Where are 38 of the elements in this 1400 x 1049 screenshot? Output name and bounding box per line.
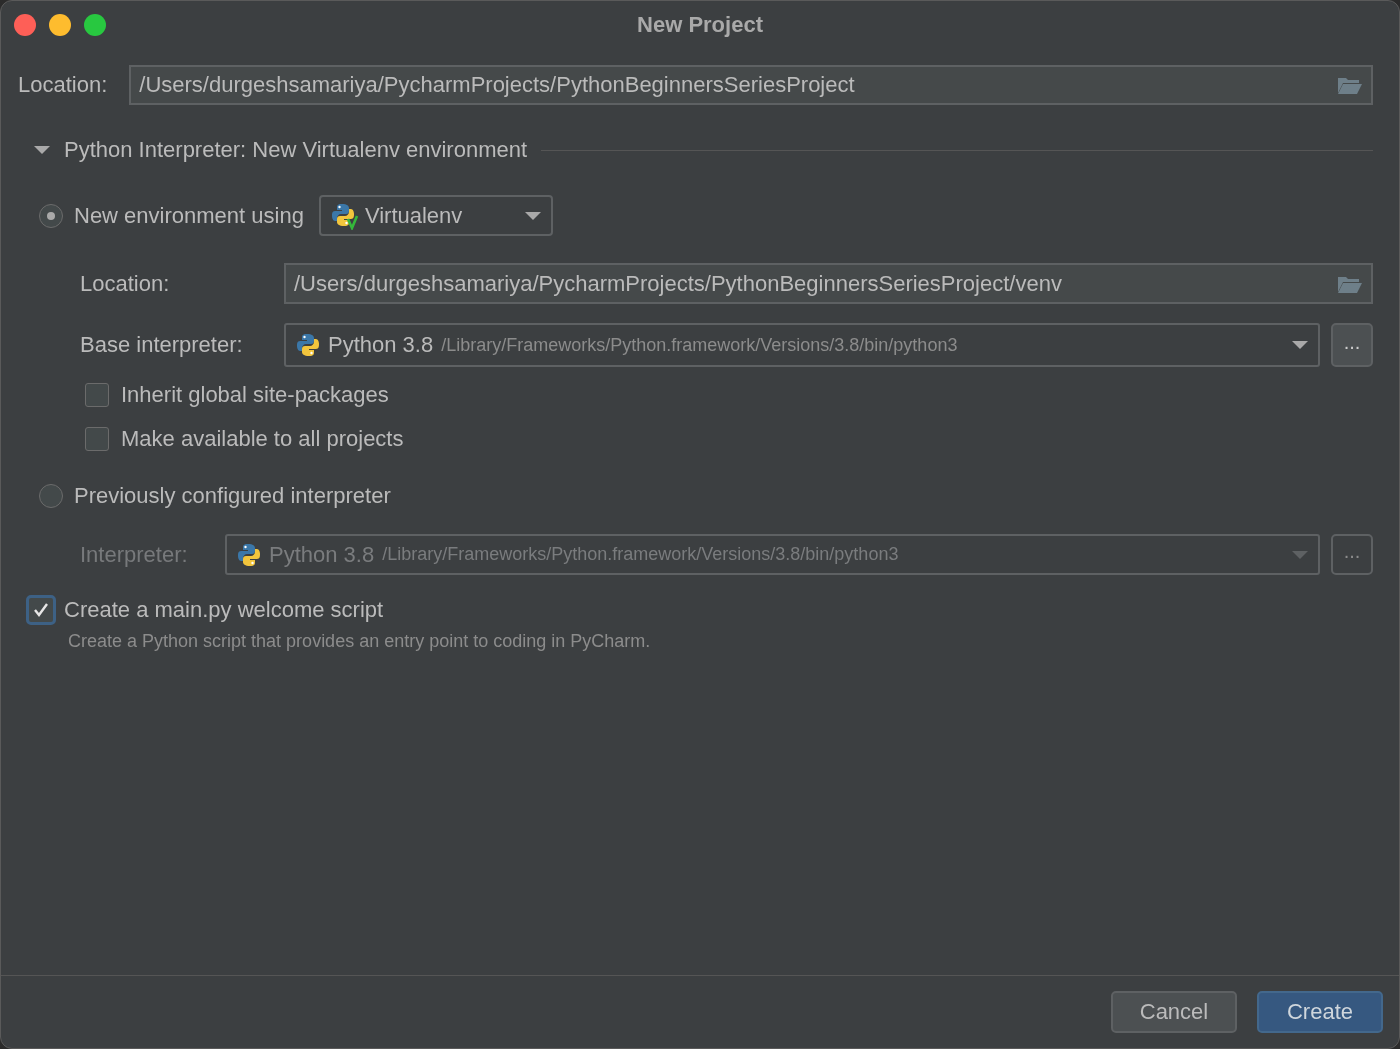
radio-button[interactable] xyxy=(39,483,63,508)
minimize-icon xyxy=(49,14,71,36)
create-button[interactable]: Create xyxy=(1257,991,1383,1033)
window-title: New Project xyxy=(637,12,763,38)
checkbox-label: Make available to all projects xyxy=(121,426,404,452)
checkbox-label: Inherit global site-packages xyxy=(121,382,389,408)
section-title[interactable]: Python Interpreter: New Virtualenv environment xyxy=(64,137,528,163)
folder-icon xyxy=(1337,75,1363,95)
location-field[interactable]: /Users/durgeshsamariya/PycharmProjects/PythonBeginnersSeriesProject xyxy=(129,65,1373,105)
close-icon xyxy=(14,14,36,36)
environment-dropdown[interactable]: Virtualenv xyxy=(318,195,553,236)
caret-icon xyxy=(1292,340,1308,350)
caret-icon xyxy=(1292,549,1308,560)
python-icon xyxy=(296,333,320,357)
maximize-icon xyxy=(84,14,106,36)
python-icon xyxy=(237,542,261,567)
interpreter-path: /Library/Frameworks/Python.framework/Versions/3.8/bin/python3 xyxy=(441,334,959,356)
interpreter-path: /Library/Frameworks/Python.framework/Versions/3.8/bin/python3 xyxy=(382,544,900,565)
virtualenv-icon xyxy=(330,201,359,230)
checkbox[interactable] xyxy=(85,383,109,407)
interpreter-name: Python 3.8 xyxy=(328,332,434,358)
interpreter-name: Python 3.8 xyxy=(269,541,375,568)
interpreter-dropdown[interactable]: Python 3.8 /Library/Frameworks/Python.framework/Versions/3.8/bin/python3 xyxy=(284,323,1320,367)
field-label: Interpreter: xyxy=(80,541,189,568)
checkbox[interactable] xyxy=(26,595,56,625)
venv-location-field[interactable]: /Users/durgeshsamariya/PycharmProjects/PythonBeginnersSeriesProject/venv xyxy=(284,263,1373,304)
field-label: Base interpreter: xyxy=(80,332,244,358)
browse-button[interactable]: ... xyxy=(1331,323,1373,367)
radio-label: New environment using xyxy=(74,202,304,229)
caret-icon xyxy=(524,210,541,221)
checkbox[interactable] xyxy=(85,427,109,451)
field-label: Location: xyxy=(18,72,108,98)
field-label: Location: xyxy=(80,270,171,297)
checkbox-label: Create a main.py welcome script xyxy=(64,597,384,623)
radio-button[interactable] xyxy=(39,203,63,228)
cancel-button[interactable]: Cancel xyxy=(1111,991,1237,1033)
radio-label: Previously configured interpreter xyxy=(74,482,391,509)
description-text: Create a Python script that provides an entry point to coding in PyCharm. xyxy=(68,631,652,652)
